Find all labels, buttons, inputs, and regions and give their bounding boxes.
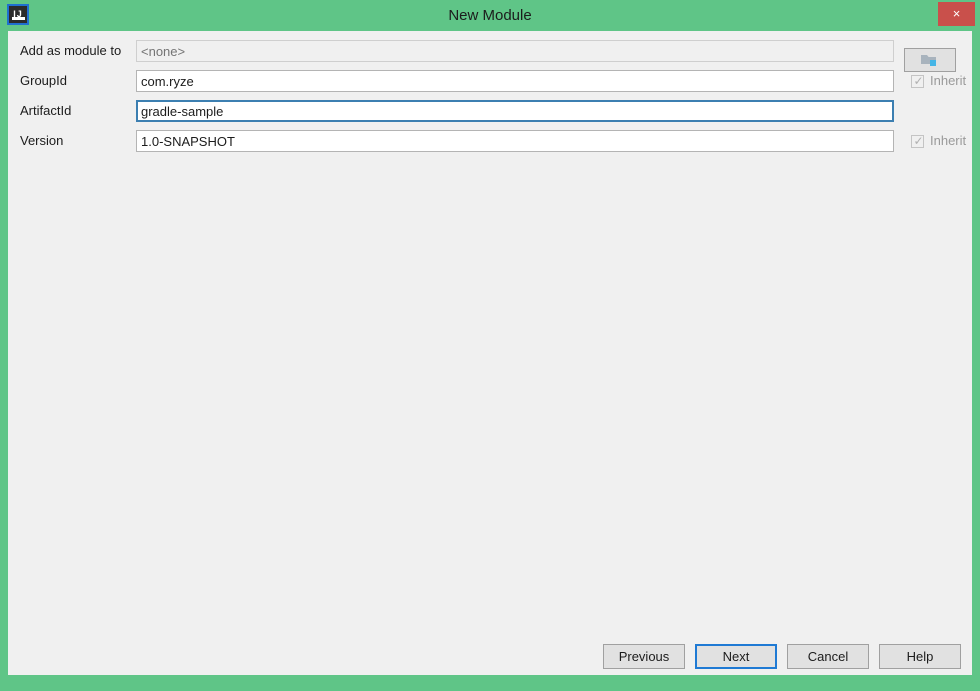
new-module-dialog: IJ New Module × Add as module to GroupId…: [0, 0, 980, 691]
label-add-as-module-to: Add as module to: [20, 43, 122, 58]
dialog-title: New Module: [448, 7, 532, 24]
cancel-button[interactable]: Cancel: [787, 644, 869, 669]
checkmark-icon: ✓: [913, 133, 924, 148]
label-inherit-version: Inherit: [930, 133, 967, 148]
field-groupid[interactable]: [136, 70, 894, 92]
field-add-as-module-to[interactable]: [136, 40, 894, 62]
inherit-group-groupid: ✓ Inherit: [911, 70, 966, 92]
field-version[interactable]: [136, 130, 894, 152]
close-icon[interactable]: ×: [938, 2, 975, 26]
label-artifactid: ArtifactId: [20, 103, 72, 118]
folder-browse-icon[interactable]: [904, 48, 956, 72]
label-inherit-groupid: Inherit: [930, 73, 967, 88]
help-button[interactable]: Help: [879, 644, 961, 669]
checkmark-icon: ✓: [913, 73, 924, 88]
label-version: Version: [20, 133, 64, 148]
next-button[interactable]: Next: [695, 644, 777, 669]
dialog-titlebar: IJ New Module ×: [0, 0, 980, 31]
dialog-content: Add as module to GroupId ✓ Inherit Artif…: [8, 31, 972, 675]
field-artifactid[interactable]: [136, 100, 894, 122]
previous-button[interactable]: Previous: [603, 644, 685, 669]
inherit-group-version: ✓ Inherit: [911, 130, 966, 152]
app-icon-underline: [12, 17, 25, 20]
checkbox-inherit-version[interactable]: ✓: [911, 133, 924, 148]
checkbox-inherit-groupid[interactable]: ✓: [911, 73, 924, 88]
label-groupid: GroupId: [20, 73, 67, 88]
dialog-button-bar: Previous Next Cancel Help: [8, 640, 972, 675]
intellij-idea-icon: IJ: [7, 4, 29, 25]
